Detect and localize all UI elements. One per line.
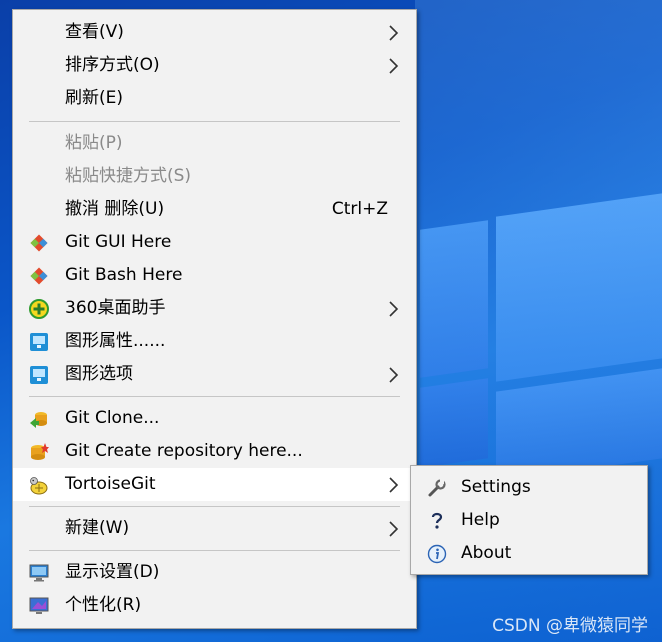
menu-separator bbox=[29, 506, 400, 507]
menu-item-sort-by[interactable]: 排序方式(O) bbox=[13, 49, 416, 82]
chevron-right-icon bbox=[389, 301, 399, 317]
menu-item-label: 粘贴(P) bbox=[65, 133, 123, 153]
menu-item-label: 刷新(E) bbox=[65, 88, 124, 108]
menu-separator bbox=[29, 396, 400, 397]
menu-item-personalize[interactable]: 个性化(R) bbox=[13, 589, 416, 622]
menu-item-git-gui-here[interactable]: Git GUI Here bbox=[13, 226, 416, 259]
menu-item-label: Git Bash Here bbox=[65, 265, 183, 285]
menu-item-view[interactable]: 查看(V) bbox=[13, 16, 416, 49]
intel-graphics-icon bbox=[30, 366, 48, 384]
menu-item-paste-shortcut[interactable]: 粘贴快捷方式(S) bbox=[13, 160, 416, 193]
chevron-right-icon bbox=[389, 477, 399, 493]
personalize-icon bbox=[29, 597, 49, 614]
menu-item-label: 360桌面助手 bbox=[65, 298, 166, 318]
watermark: CSDN @卑微猿同学 bbox=[492, 616, 648, 636]
menu-item-label: 撤消 删除(U) bbox=[65, 199, 165, 219]
menu-item-paste[interactable]: 粘贴(P) bbox=[13, 127, 416, 160]
intel-graphics-icon bbox=[30, 333, 48, 351]
git-diamond-icon bbox=[30, 234, 48, 252]
menu-item-git-create-repository[interactable]: Git Create repository here... bbox=[13, 435, 416, 468]
git-diamond-icon bbox=[30, 267, 48, 285]
chevron-right-icon bbox=[389, 25, 399, 41]
menu-item-new[interactable]: 新建(W) bbox=[13, 512, 416, 545]
submenu-item-label: Settings bbox=[461, 477, 531, 497]
menu-item-git-clone[interactable]: Git Clone... bbox=[13, 402, 416, 435]
menu-separator bbox=[29, 121, 400, 122]
menu-item-360-desktop-assistant[interactable]: 360桌面助手 bbox=[13, 292, 416, 325]
menu-item-git-bash-here[interactable]: Git Bash Here bbox=[13, 259, 416, 292]
menu-item-undo-delete[interactable]: 撤消 删除(U) Ctrl+Z bbox=[13, 193, 416, 226]
submenu-item-settings[interactable]: Settings bbox=[411, 471, 647, 504]
tortoisegit-icon bbox=[30, 477, 48, 495]
menu-item-label: 显示设置(D) bbox=[65, 562, 160, 582]
git-clone-icon bbox=[30, 412, 47, 428]
menu-item-refresh[interactable]: 刷新(E) bbox=[13, 82, 416, 115]
chevron-right-icon bbox=[389, 367, 399, 383]
desktop-context-menu: 查看(V) 排序方式(O) 刷新(E) 粘贴(P) 粘贴快捷方式(S) 撤消 删… bbox=[12, 9, 417, 629]
menu-item-label: 图形属性...... bbox=[65, 331, 166, 351]
menu-item-label: 排序方式(O) bbox=[65, 55, 160, 75]
menu-item-label: Git GUI Here bbox=[65, 232, 172, 252]
submenu-item-about[interactable]: About bbox=[411, 537, 647, 570]
help-icon bbox=[431, 512, 443, 529]
submenu-item-label: About bbox=[461, 543, 512, 563]
menu-item-graphics-options[interactable]: 图形选项 bbox=[13, 358, 416, 391]
menu-item-label: TortoiseGit bbox=[65, 474, 156, 494]
display-settings-icon bbox=[29, 564, 49, 582]
chevron-right-icon bbox=[389, 521, 399, 537]
360-plus-icon bbox=[29, 299, 49, 319]
menu-item-display-settings[interactable]: 显示设置(D) bbox=[13, 556, 416, 589]
menu-item-graphics-properties[interactable]: 图形属性...... bbox=[13, 325, 416, 358]
submenu-item-label: Help bbox=[461, 510, 500, 530]
menu-item-label: 图形选项 bbox=[65, 364, 133, 384]
info-icon bbox=[427, 544, 447, 564]
menu-item-label: 粘贴快捷方式(S) bbox=[65, 166, 192, 186]
menu-item-label: 新建(W) bbox=[65, 518, 130, 538]
chevron-right-icon bbox=[389, 58, 399, 74]
git-create-repo-icon bbox=[31, 443, 49, 460]
menu-item-label: Git Clone... bbox=[65, 408, 160, 428]
menu-item-tortoisegit[interactable]: TortoiseGit bbox=[13, 468, 416, 501]
tortoisegit-submenu: Settings Help About bbox=[410, 465, 648, 575]
menu-item-label: 个性化(R) bbox=[65, 595, 142, 615]
menu-item-label: 查看(V) bbox=[65, 22, 124, 42]
menu-item-shortcut: Ctrl+Z bbox=[331, 199, 388, 219]
submenu-item-help[interactable]: Help bbox=[411, 504, 647, 537]
menu-item-label: Git Create repository here... bbox=[65, 441, 303, 461]
wrench-icon bbox=[428, 479, 446, 497]
menu-separator bbox=[29, 550, 400, 551]
